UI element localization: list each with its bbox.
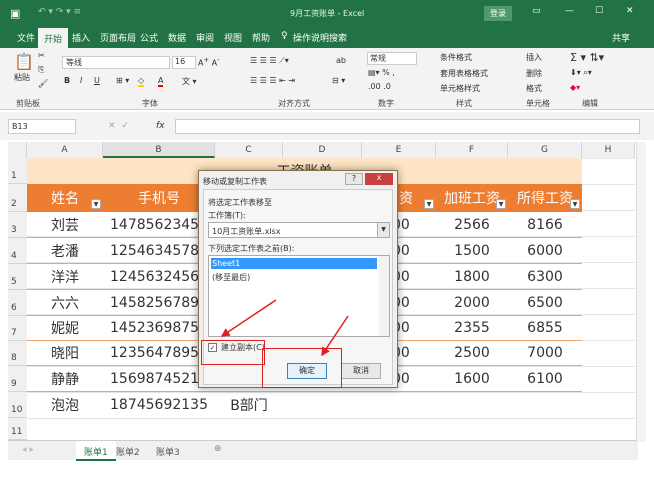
- arrow-to-ok: [321, 315, 349, 357]
- annotation-arrows: [220, 299, 349, 357]
- arrow-to-checkbox: [220, 299, 277, 337]
